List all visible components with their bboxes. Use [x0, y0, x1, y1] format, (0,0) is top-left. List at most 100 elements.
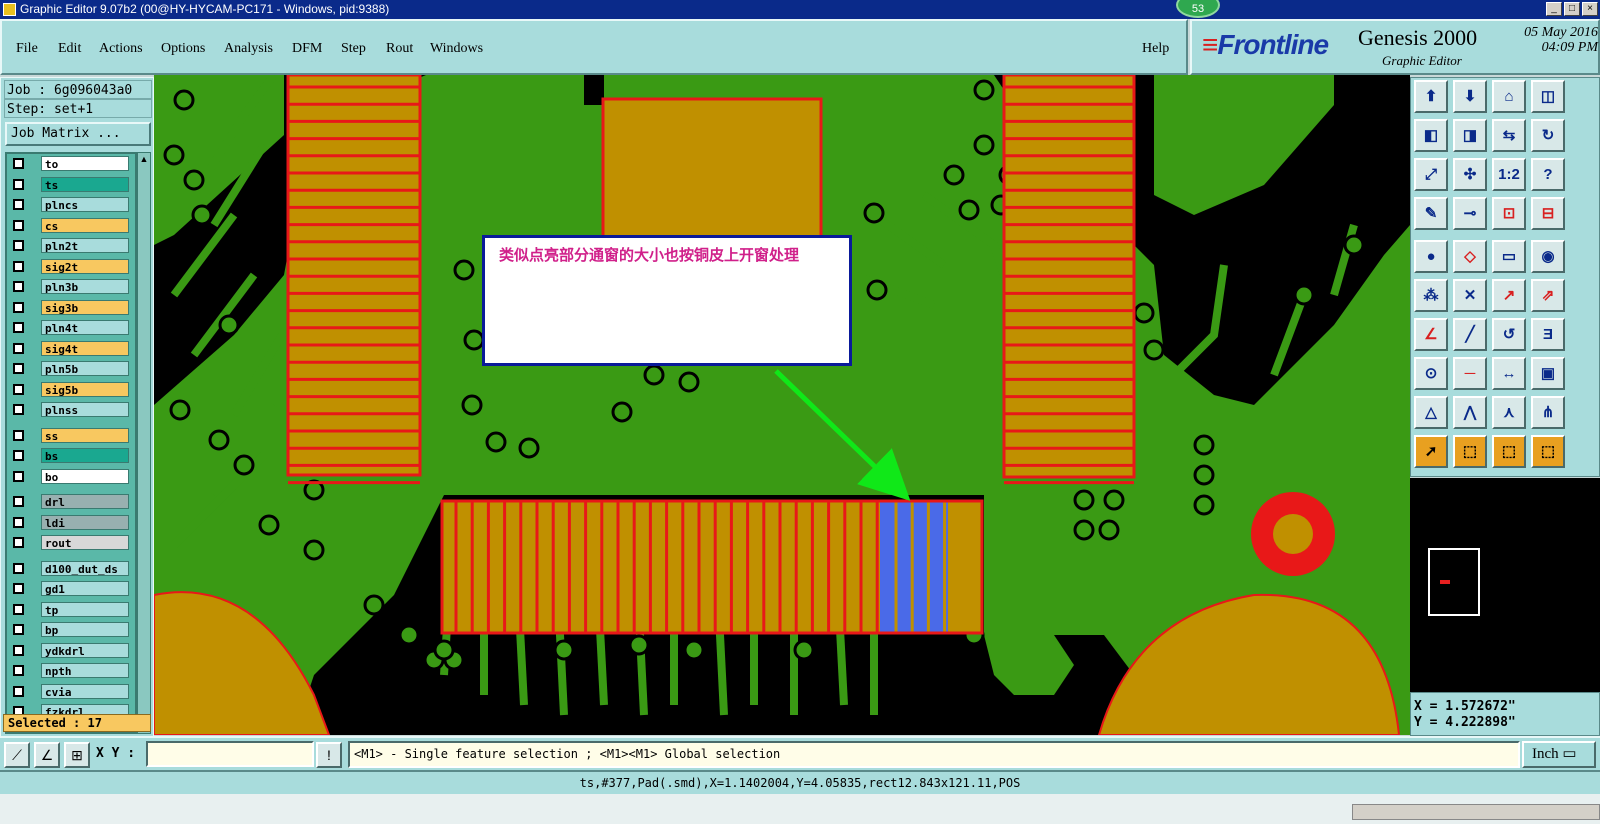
layer-checkbox[interactable] [13, 404, 24, 415]
layer-row[interactable]: pln2t [9, 238, 135, 253]
layer-checkbox[interactable] [13, 430, 24, 441]
scroll-up-icon[interactable]: ▲ [139, 154, 149, 164]
layer-checkbox[interactable] [13, 179, 24, 190]
center-icon[interactable]: ─ [1453, 357, 1487, 390]
layer-row[interactable]: rout [9, 535, 135, 550]
home-icon[interactable]: ⌂ [1492, 80, 1526, 113]
layer-name[interactable]: ts [41, 177, 129, 192]
layer-name[interactable]: sig4t [41, 341, 129, 356]
layer-name[interactable]: sig2t [41, 259, 129, 274]
group-icon[interactable]: ▣ [1531, 357, 1565, 390]
menu-options[interactable]: Options [161, 41, 205, 57]
layer-name[interactable]: sig3b [41, 300, 129, 315]
layer-checkbox[interactable] [13, 199, 24, 210]
layer-name[interactable]: tp [41, 602, 129, 617]
layer-name[interactable]: ss [41, 428, 129, 443]
window-split-icon[interactable]: ◫ [1531, 80, 1565, 113]
menu-file[interactable]: File [16, 41, 38, 57]
layer-row[interactable]: bp [9, 622, 135, 637]
layer-checkbox[interactable] [13, 471, 24, 482]
layer-name[interactable]: to [41, 156, 129, 171]
layer-row[interactable]: ldi [9, 515, 135, 530]
swap-icon[interactable]: ⇆ [1492, 119, 1526, 152]
layer-checkbox[interactable] [13, 302, 24, 313]
zoom-fit-icon[interactable]: ⤢ [1414, 158, 1448, 191]
layer-row[interactable]: ydkdrl [9, 643, 135, 658]
layer-row[interactable]: cs [9, 218, 135, 233]
layer-name[interactable]: pln4t [41, 320, 129, 335]
move-icon[interactable]: ↗ [1492, 279, 1526, 312]
layer-row[interactable]: to [9, 156, 135, 171]
layer-row[interactable]: sig4t [9, 341, 135, 356]
arc4-icon[interactable]: ⋔ [1531, 396, 1565, 429]
layer-checkbox[interactable] [13, 537, 24, 548]
layer-row[interactable]: npth [9, 663, 135, 678]
layer-checkbox[interactable] [13, 363, 24, 374]
layer-up-icon[interactable]: ⬆ [1414, 80, 1448, 113]
circle-icon[interactable]: ◉ [1531, 240, 1565, 273]
layer-row[interactable]: pln4t [9, 320, 135, 335]
layer-name[interactable]: drl [41, 494, 129, 509]
snap-icon[interactable]: ⊙ [1414, 357, 1448, 390]
layer-scrollbar[interactable]: ▲ ▼ [137, 152, 151, 734]
select-multi-icon[interactable]: ⬚ [1531, 435, 1565, 468]
layer-checkbox[interactable] [13, 322, 24, 333]
layer-name[interactable]: pln2t [41, 238, 129, 253]
layer-row[interactable]: sig3b [9, 300, 135, 315]
layer-checkbox[interactable] [13, 517, 24, 528]
layer-checkbox[interactable] [13, 624, 24, 635]
xy-input[interactable] [146, 741, 314, 767]
layer-name[interactable]: plnss [41, 402, 129, 417]
help-icon[interactable]: ? [1531, 158, 1565, 191]
layer-row[interactable]: sig5b [9, 382, 135, 397]
connect-icon[interactable]: ⁂ [1414, 279, 1448, 312]
alert-icon[interactable]: ! [316, 742, 342, 768]
overview-map[interactable] [1410, 478, 1600, 692]
layer-row[interactable]: plnss [9, 402, 135, 417]
zoom-in-icon[interactable]: ✣ [1453, 158, 1487, 191]
layer-name[interactable]: rout [41, 535, 129, 550]
layer-checkbox[interactable] [13, 158, 24, 169]
layer-row[interactable]: sig2t [9, 259, 135, 274]
diag-line-icon[interactable]: ╱ [1453, 318, 1487, 351]
arc3-icon[interactable]: ⋏ [1492, 396, 1526, 429]
layer-row[interactable]: pln5b [9, 361, 135, 376]
layer-checkbox[interactable] [13, 686, 24, 697]
layer-row[interactable]: pln3b [9, 279, 135, 294]
layer-checkbox[interactable] [13, 240, 24, 251]
pad-icon[interactable]: ● [1414, 240, 1448, 273]
layer-name[interactable]: cvia [41, 684, 129, 699]
copy-icon[interactable]: ⇗ [1531, 279, 1565, 312]
span-icon[interactable]: ↔ [1492, 357, 1526, 390]
select-box-icon[interactable]: ⬚ [1453, 435, 1487, 468]
layer-checkbox[interactable] [13, 665, 24, 676]
pan-left-icon[interactable]: ◧ [1414, 119, 1448, 152]
graphic-canvas[interactable]: 类似点亮部分通窗的大小也按铜皮上开窗处理 [154, 75, 1410, 735]
arc-icon[interactable]: △ [1414, 396, 1448, 429]
surface-icon[interactable]: ◇ [1453, 240, 1487, 273]
snap-icon[interactable]: ⟋ [4, 742, 30, 768]
layer-name[interactable]: bs [41, 448, 129, 463]
layer-row[interactable]: bo [9, 469, 135, 484]
layer-row[interactable]: tp [9, 602, 135, 617]
zoom-1-2-icon[interactable]: 1:2 [1492, 158, 1526, 191]
layer-checkbox[interactable] [13, 563, 24, 574]
layer-row[interactable]: gd1 [9, 581, 135, 596]
job-matrix-button[interactable]: Job Matrix ... [5, 122, 151, 146]
layer-name[interactable]: ldi [41, 515, 129, 530]
line-icon[interactable]: ∠ [1414, 318, 1448, 351]
layer-name[interactable]: cs [41, 218, 129, 233]
layer-row[interactable]: cvia [9, 684, 135, 699]
layer-checkbox[interactable] [13, 645, 24, 656]
layer-row[interactable]: ss [9, 428, 135, 443]
units-select[interactable]: Inch ▭ [1522, 741, 1596, 768]
layer-checkbox[interactable] [13, 261, 24, 272]
menu-rout[interactable]: Rout [386, 41, 413, 57]
ruler-icon[interactable]: ▭ [1492, 240, 1526, 273]
redraw-icon[interactable]: ↻ [1531, 119, 1565, 152]
layer-name[interactable]: pln5b [41, 361, 129, 376]
pcb-drawing[interactable] [154, 75, 1410, 735]
grid-icon[interactable]: ⊞ [64, 742, 90, 768]
menu-step[interactable]: Step [341, 41, 366, 57]
pan-right-icon[interactable]: ◨ [1453, 119, 1487, 152]
